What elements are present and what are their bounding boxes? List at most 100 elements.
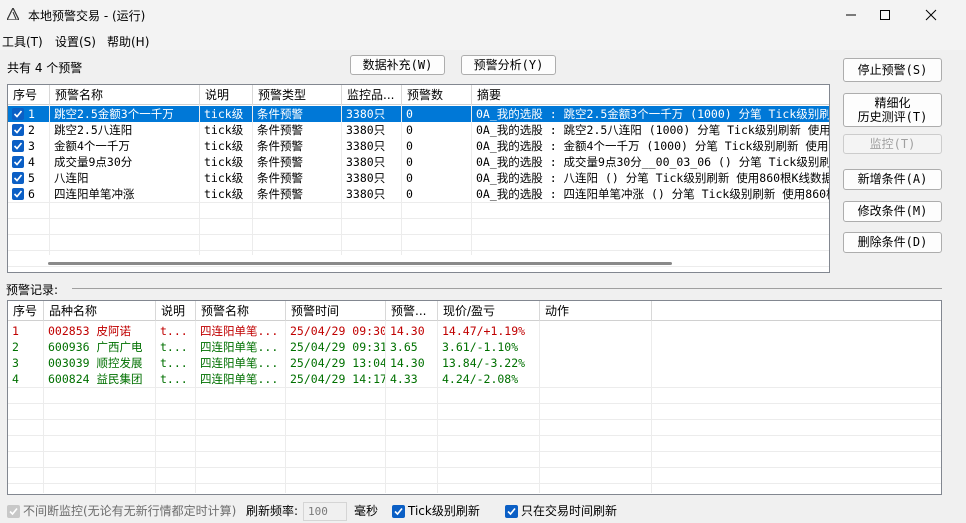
grid-line: [8, 483, 941, 484]
condition-row[interactable]: 5 八连阳 tick级 条件预警 3380只 0 0A_我的选股 : 八连阳 () 分笔 T…: [8, 170, 829, 186]
rcell-stock: 003039 顺控发展: [44, 355, 156, 371]
cell-no: 5: [8, 170, 50, 186]
cell-alert-type: 条件预警: [253, 170, 342, 186]
col-alert-type[interactable]: 预警类型: [253, 85, 342, 105]
grid-line: [8, 403, 941, 404]
rcell-action: [540, 371, 652, 387]
cell-alert-type: 条件预警: [253, 138, 342, 154]
record-row[interactable]: 2 600936 广西广电 t... 四连阳单笔... 25/04/29 09:31 3.…: [8, 339, 941, 355]
cell-alert-count: 0: [402, 186, 472, 202]
col-no[interactable]: 序号: [8, 85, 50, 105]
cell-summary: 0A_我的选股 : 跳空2.5金额3个一千万 (1000) 分笔 Tick级别刷…: [472, 106, 829, 122]
rcell-price-pnl: 13.84/-3.22%: [438, 355, 540, 371]
cell-alert-count: 0: [402, 154, 472, 170]
modify-condition-button[interactable]: 修改条件(M): [843, 201, 942, 222]
rcol-alert-name[interactable]: 预警名称: [196, 301, 286, 321]
ms-unit-label: 毫秒: [354, 504, 379, 518]
cell-desc: tick级: [200, 122, 253, 138]
monitor-button[interactable]: 监控(T): [843, 134, 942, 154]
menu-help[interactable]: 帮助(H): [107, 33, 149, 50]
cell-monitor: 3380只: [342, 138, 402, 154]
rcol-alert-time[interactable]: 预警时间: [286, 301, 386, 321]
alert-analysis-button[interactable]: 预警分析(Y): [461, 55, 556, 75]
col-alert-count[interactable]: 预警数: [402, 85, 472, 105]
condition-row[interactable]: 6 四连阳单笔冲涨 tick级 条件预警 3380只 0 0A_我的选股 : 四连阳单笔冲涨…: [8, 186, 829, 202]
cell-alert-count: 0: [402, 106, 472, 122]
conditions-table[interactable]: 序号 预警名称 说明 预警类型 监控品... 预警数 摘要 1 跳空2.5金额3个…: [7, 84, 830, 273]
stop-alert-button[interactable]: 停止预警(S): [843, 58, 942, 82]
col-monitor[interactable]: 监控品...: [342, 85, 402, 105]
rcell-desc: t...: [156, 339, 196, 355]
tick-refresh-checkbox[interactable]: [392, 505, 405, 518]
rcol-action[interactable]: 动作: [540, 301, 652, 321]
menu-tools[interactable]: 工具(T): [2, 33, 43, 50]
rcol-alert-price[interactable]: 预警...: [386, 301, 438, 321]
rcol-price-pnl[interactable]: 现价/盈亏: [438, 301, 540, 321]
delete-condition-button[interactable]: 删除条件(D): [843, 232, 942, 253]
rcell-action: [540, 355, 652, 371]
records-table[interactable]: 序号 品种名称 说明 预警名称 预警时间 预警... 现价/盈亏 动作 1 002…: [7, 300, 942, 495]
rcol-stock[interactable]: 品种名称: [44, 301, 156, 321]
col-alert-name[interactable]: 预警名称: [50, 85, 200, 105]
record-row[interactable]: 3 003039 顺控发展 t... 四连阳单笔... 25/04/29 13:04 14…: [8, 355, 941, 371]
title-bar: 本地预警交易 - (运行): [0, 0, 966, 30]
app-logo-icon: [7, 8, 19, 20]
check-icon: [9, 507, 18, 516]
close-icon: [925, 9, 937, 21]
cell-desc: tick级: [200, 154, 253, 170]
trading-hours-label: 只在交易时间刷新: [521, 504, 618, 518]
grid-line: [8, 451, 941, 452]
cell-summary: 0A_我的选股 : 四连阳单笔冲涨 () 分笔 Tick级别刷新 使用860根: [472, 186, 829, 202]
data-supplement-button[interactable]: 数据补充(W): [350, 55, 445, 75]
rcell-stock: 600936 广西广电: [44, 339, 156, 355]
rcell-alert-name: 四连阳单笔...: [196, 371, 286, 387]
cell-monitor: 3380只: [342, 106, 402, 122]
rcol-no[interactable]: 序号: [8, 301, 44, 321]
rcell-stock: 600824 益民集团: [44, 371, 156, 387]
col-summary[interactable]: 摘要: [472, 85, 829, 105]
cell-no: 3: [8, 138, 50, 154]
grid-line: [401, 105, 402, 255]
refine-backtest-button[interactable]: 精细化 历史测评(T): [843, 93, 942, 127]
cell-alert-name: 跳空2.5八连阳: [50, 122, 200, 138]
alert-count-label: 共有 4 个预警: [7, 61, 83, 75]
refine-line1: 精细化: [874, 96, 911, 110]
cell-alert-name: 八连阳: [50, 170, 200, 186]
refresh-rate-input[interactable]: 100: [303, 502, 347, 521]
cell-no: 4: [8, 154, 50, 170]
records-label: 预警记录:: [6, 283, 59, 297]
rcell-no: 1: [8, 323, 44, 339]
condition-row[interactable]: 4 成交量9点30分 tick级 条件预警 3380只 0 0A_我的选股 : 成交量9点3…: [8, 154, 829, 170]
cell-alert-name: 跳空2.5金额3个一千万: [50, 106, 200, 122]
col-desc[interactable]: 说明: [200, 85, 253, 105]
cell-alert-type: 条件预警: [253, 106, 342, 122]
rcell-action: [540, 323, 652, 339]
grid-line: [341, 105, 342, 255]
menu-settings[interactable]: 设置(S): [55, 33, 96, 50]
maximize-button[interactable]: [862, 0, 908, 30]
grid-line: [49, 105, 50, 255]
cell-no: 2: [8, 122, 50, 138]
rcell-alert-price: 14.30: [386, 355, 438, 371]
record-row[interactable]: 1 002853 皮阿诺 t... 四连阳单笔... 25/04/29 09:30 14.…: [8, 323, 941, 339]
condition-row[interactable]: 2 跳空2.5八连阳 tick级 条件预警 3380只 0 0A_我的选股 : 跳空2.5八…: [8, 122, 829, 138]
cell-monitor: 3380只: [342, 186, 402, 202]
grid-line: [471, 105, 472, 255]
rcell-alert-price: 14.30: [386, 323, 438, 339]
rcell-alert-name: 四连阳单笔...: [196, 355, 286, 371]
rcell-no: 4: [8, 371, 44, 387]
cell-monitor: 3380只: [342, 170, 402, 186]
trading-hours-checkbox[interactable]: [505, 505, 518, 518]
add-condition-button[interactable]: 新增条件(A): [843, 169, 942, 190]
condition-row[interactable]: 1 跳空2.5金额3个一千万 tick级 条件预警 3380只 0 0A_我的选股 : 跳空…: [8, 106, 829, 122]
rcol-desc[interactable]: 说明: [156, 301, 196, 321]
cell-summary: 0A_我的选股 : 金额4个一千万 (1000) 分笔 Tick级别刷新 使用8…: [472, 138, 829, 154]
close-button[interactable]: [908, 0, 954, 30]
rcell-alert-price: 4.33: [386, 371, 438, 387]
condition-row[interactable]: 3 金额4个一千万 tick级 条件预警 3380只 0 0A_我的选股 : 金额4个一千万…: [8, 138, 829, 154]
cell-summary: 0A_我的选股 : 跳空2.5八连阳 (1000) 分笔 Tick级别刷新 使用…: [472, 122, 829, 138]
record-row[interactable]: 4 600824 益民集团 t... 四连阳单笔... 25/04/29 14:17 4.…: [8, 371, 941, 387]
continuous-monitor-checkbox[interactable]: [7, 505, 20, 518]
grid-line: [8, 419, 941, 420]
horizontal-scrollbar[interactable]: [48, 262, 672, 265]
